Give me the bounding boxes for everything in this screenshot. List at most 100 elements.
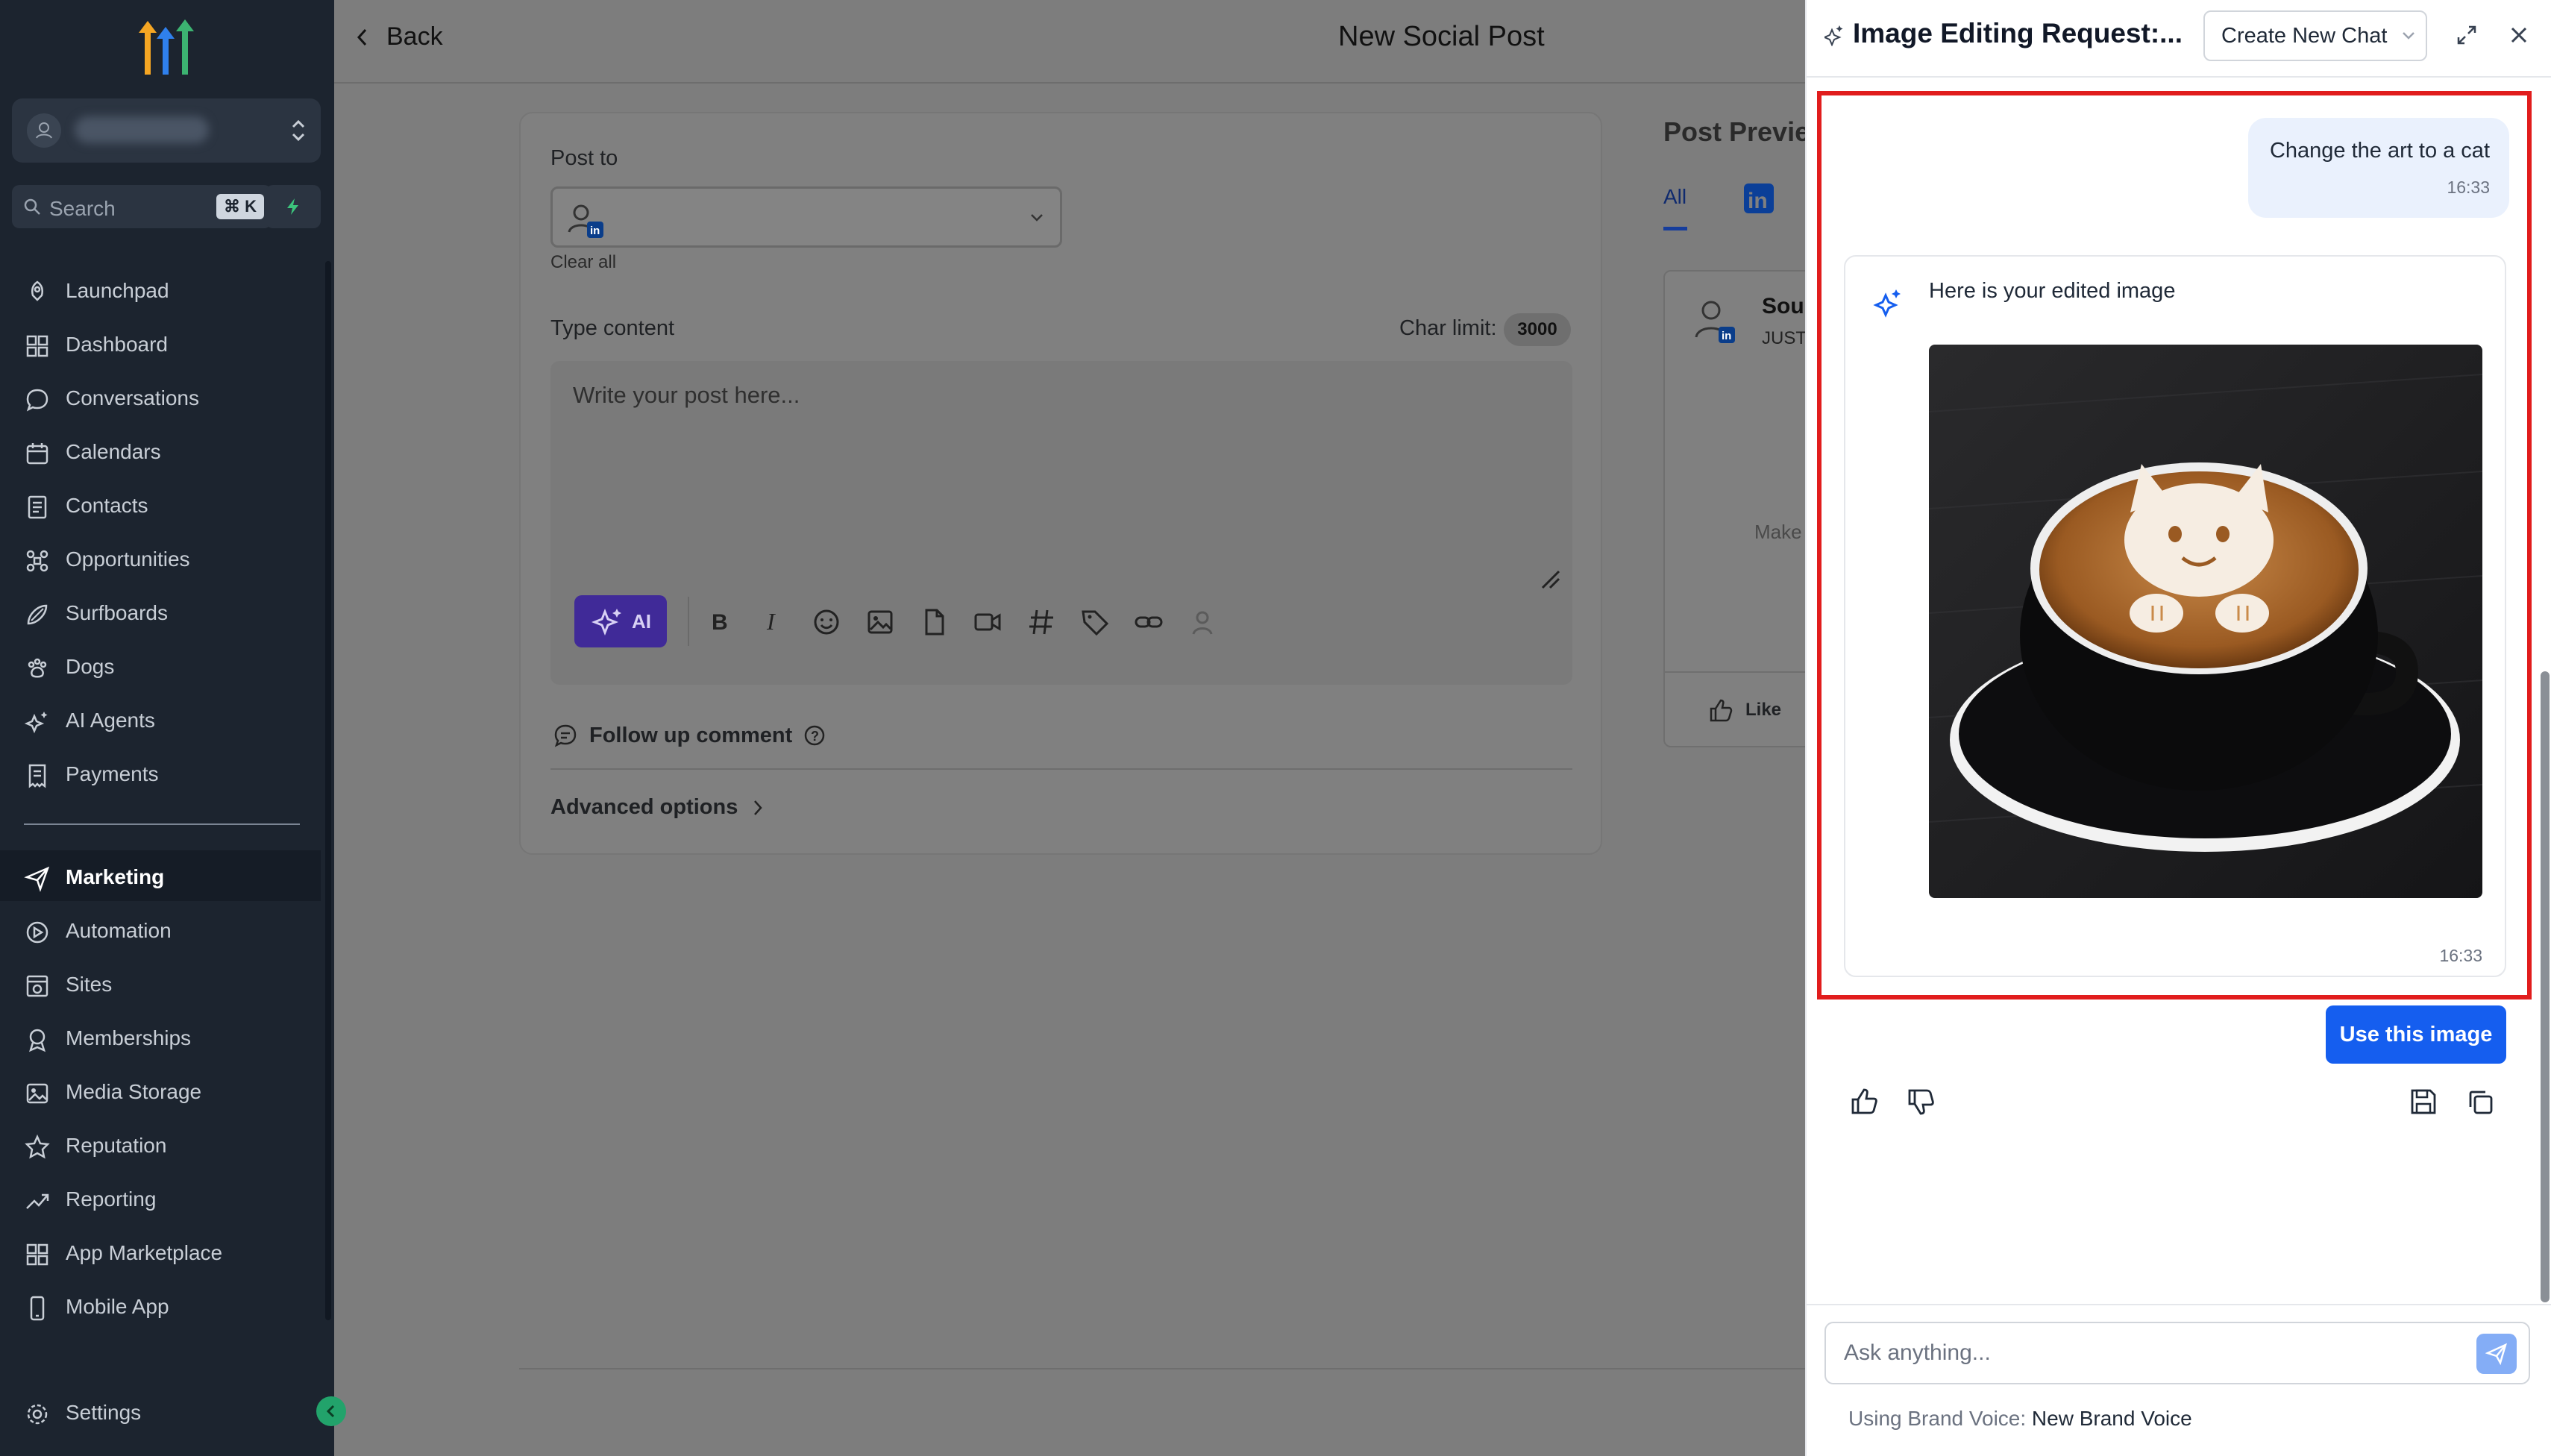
back-label: Back (386, 22, 443, 51)
post-preview-card: in Sou JUST Make Like (1663, 270, 1813, 747)
bold-icon[interactable]: B (703, 606, 735, 638)
svg-text:in: in (1748, 189, 1768, 213)
image-icon[interactable] (864, 606, 897, 638)
sidebar-item-dashboard[interactable]: Dashboard (0, 318, 321, 368)
sidebar-item-payments[interactable]: Payments (0, 747, 321, 798)
advanced-options-toggle[interactable]: Advanced options (550, 795, 765, 820)
sidebar-item-calendars[interactable]: Calendars (0, 425, 321, 476)
rocket-icon (31, 280, 43, 301)
help-icon[interactable]: ? (803, 724, 826, 747)
resize-handle-icon[interactable] (1538, 567, 1560, 589)
sidebar-item-mobile-app[interactable]: Mobile App (0, 1280, 321, 1331)
sidebar-item-app-marketplace[interactable]: App Marketplace (0, 1226, 321, 1277)
top-bar (334, 0, 1805, 84)
link-icon[interactable] (1132, 606, 1165, 638)
search-placeholder: Search (49, 197, 116, 220)
chat-footer-divider (1807, 1304, 2551, 1305)
sidebar: Search ⌘ K Launchpad Dashboard Conversatio… (0, 0, 346, 1456)
collapse-sidebar-button[interactable] (316, 1396, 346, 1426)
sidebar-item-settings[interactable]: Settings (0, 1386, 321, 1437)
follow-up-comment-toggle[interactable]: Follow up comment ? (552, 722, 826, 749)
ask-input[interactable] (1844, 1335, 2441, 1371)
sidebar-item-surfboards[interactable]: Surfboards (0, 586, 321, 637)
linkedin-icon[interactable]: in (1742, 182, 1775, 215)
chat-scrollbar[interactable] (2541, 671, 2550, 1302)
automation-icon (26, 921, 48, 944)
video-icon[interactable] (971, 606, 1004, 638)
like-button[interactable]: Like (1707, 697, 1781, 724)
account-switcher[interactable] (12, 98, 321, 163)
star-icon (25, 1134, 50, 1159)
sidebar-item-memberships[interactable]: Memberships (0, 1011, 321, 1062)
sidebar-item-label: Media Storage (66, 1080, 202, 1103)
sidebar-item-reporting[interactable]: Reporting (0, 1173, 321, 1223)
thumbs-up-icon[interactable] (1847, 1085, 1881, 1119)
char-limit-badge: 3000 (1504, 313, 1571, 346)
sidebar-item-automation[interactable]: Automation (0, 904, 321, 955)
sparkle-icon (1824, 25, 1843, 46)
sidebar-item-label: Opportunities (66, 547, 190, 571)
copy-icon[interactable] (2463, 1085, 2497, 1119)
user-message-time: 16:33 (2447, 178, 2490, 197)
tag-icon[interactable] (1079, 606, 1111, 638)
sidebar-item-marketing[interactable]: Marketing (0, 850, 321, 901)
edited-image-cat-latte[interactable] (1929, 345, 2482, 898)
sidebar-item-ai-agents[interactable]: AI Agents (0, 694, 321, 744)
sidebar-item-label: Sites (66, 973, 113, 996)
user-message-bubble: Change the art to a cat 16:33 (2248, 118, 2509, 218)
brand-voice-value[interactable]: New Brand Voice (2032, 1407, 2192, 1430)
gear-icon (27, 1404, 48, 1425)
use-this-image-button[interactable]: Use this image (2326, 1005, 2506, 1064)
post-to-select[interactable]: in (550, 186, 1062, 248)
mention-user-icon[interactable] (1186, 606, 1219, 638)
sidebar-item-sites[interactable]: Sites (0, 958, 321, 1008)
trend-icon (26, 1193, 49, 1209)
send-button[interactable] (2476, 1334, 2517, 1374)
quick-action-button[interactable] (266, 185, 321, 228)
ai-button-label: AI (632, 609, 651, 633)
save-icon[interactable] (2406, 1085, 2441, 1119)
chat-header: Image Editing Request:... Create New Cha… (1807, 0, 2551, 78)
assistant-message-card: Here is your edited image 16:33 (1844, 255, 2506, 977)
expand-icon[interactable] (2454, 22, 2479, 48)
sidebar-item-label: Reporting (66, 1187, 157, 1211)
surfboard-icon (27, 604, 48, 625)
thumbs-down-icon[interactable] (1904, 1085, 1938, 1119)
sidebar-item-conversations[interactable]: Conversations (0, 371, 321, 422)
italic-icon[interactable]: I (756, 606, 789, 638)
sidebar-item-media-storage[interactable]: Media Storage (0, 1065, 321, 1116)
toolbar-divider (688, 597, 689, 646)
linkedin-account-icon: in (568, 204, 603, 238)
document-icon[interactable] (917, 606, 950, 638)
sidebar-item-launchpad[interactable]: Launchpad (0, 264, 321, 315)
sidebar-search[interactable]: Search ⌘ K (12, 185, 272, 228)
app-logo[interactable] (134, 16, 200, 76)
bolt-icon (287, 198, 298, 215)
receipt-icon (28, 764, 46, 788)
brand-voice-label: Using Brand Voice: (1848, 1407, 2027, 1430)
sidebar-item-reputation[interactable]: Reputation (0, 1119, 321, 1170)
clear-all-link[interactable]: Clear all (550, 252, 616, 273)
sidebar-item-dogs[interactable]: Dogs (0, 640, 321, 691)
char-limit-label: Char limit: (1399, 316, 1497, 340)
svg-text:B: B (712, 610, 728, 635)
active-tab-indicator (1663, 227, 1687, 230)
back-button[interactable]: Back (355, 22, 443, 51)
sidebar-scrollbar[interactable] (325, 261, 331, 1320)
chat-icon (26, 389, 48, 412)
ai-assist-button[interactable]: AI (574, 595, 667, 647)
sidebar-item-contacts[interactable]: Contacts (0, 479, 321, 530)
page-title: New Social Post (1338, 21, 1545, 52)
sidebar-item-opportunities[interactable]: Opportunities (0, 533, 321, 583)
emoji-icon[interactable] (810, 606, 843, 638)
sidebar-item-label: Marketing (66, 865, 165, 888)
hashtag-icon[interactable] (1025, 606, 1058, 638)
section-divider (550, 768, 1572, 770)
preview-placeholder-text: Make (1754, 521, 1802, 543)
svg-text:in: in (590, 225, 600, 237)
preview-author-sub: JUST (1762, 328, 1807, 348)
apps-icon (26, 1243, 48, 1266)
close-icon[interactable] (2506, 22, 2532, 48)
create-new-chat-button[interactable]: Create New Chat (2203, 10, 2427, 61)
preview-tab-all[interactable]: All (1663, 185, 1686, 209)
